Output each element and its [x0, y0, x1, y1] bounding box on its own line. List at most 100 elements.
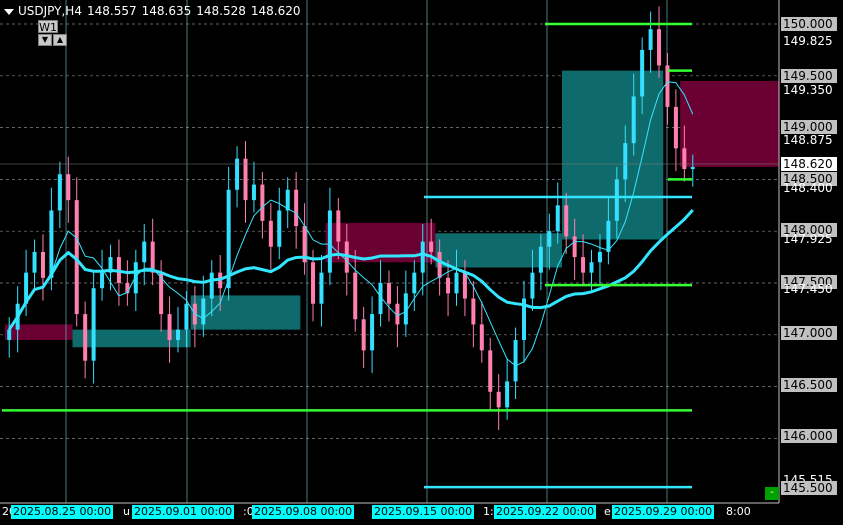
demand-zone — [435, 233, 562, 268]
open-price: 148.557 — [86, 4, 137, 18]
candle-body — [7, 329, 12, 340]
candle-body — [91, 288, 96, 361]
price-label: 149.825 — [783, 34, 833, 48]
candle-body — [57, 174, 62, 211]
candle-body — [657, 29, 662, 66]
candle-body — [606, 220, 611, 252]
candle-body — [184, 303, 189, 330]
price-label: 145.500 — [781, 481, 837, 495]
candle-body — [361, 319, 366, 351]
time-fragment: u — [123, 505, 130, 518]
candle-body — [488, 350, 493, 392]
candle-body — [201, 298, 206, 325]
candle-body — [581, 257, 586, 273]
timeframe-label: W1 — [38, 20, 58, 34]
candle-body — [243, 158, 248, 201]
candle-body — [336, 210, 341, 242]
candle-body — [631, 96, 636, 144]
timeframe-down-button[interactable]: ▼ — [38, 34, 52, 46]
candle-body — [386, 283, 391, 304]
supply-zone — [680, 80, 779, 167]
candle-body — [614, 179, 619, 221]
candle-body — [420, 241, 425, 273]
candle-body — [682, 148, 687, 170]
price-label: 147.000 — [781, 326, 837, 340]
close-price: 148.620 — [250, 4, 301, 18]
chart-minimize-button[interactable]: - — [765, 487, 779, 500]
candle-body — [412, 272, 417, 294]
time-label: 2025.08.25 00:00 — [11, 505, 114, 519]
symbol-header: USDJPY,H4 148.557 148.635 148.528 148.620 — [4, 4, 305, 18]
price-label: 149.000 — [781, 120, 837, 134]
price-chart[interactable] — [0, 0, 843, 525]
time-label: 2025.09.22 00:00 — [494, 505, 597, 519]
low-price: 148.528 — [196, 4, 246, 18]
candle-body — [209, 272, 214, 299]
symbol-label: USDJPY,H4 — [18, 4, 82, 18]
price-label: 148.875 — [783, 133, 833, 147]
candle-body — [66, 174, 71, 201]
candle-body — [640, 49, 645, 97]
candle-body — [454, 272, 459, 294]
candle-body — [40, 251, 45, 278]
candle-body — [32, 251, 37, 273]
demand-zone — [561, 70, 664, 240]
candle-body — [538, 246, 543, 273]
candle-body — [462, 272, 467, 299]
price-label: 146.000 — [781, 429, 837, 443]
candle-body — [226, 189, 231, 289]
candle-body — [429, 241, 434, 252]
demand-zone — [72, 329, 191, 348]
price-label: 147.450 — [783, 282, 833, 296]
candle-body — [251, 184, 256, 201]
candle-body — [530, 272, 535, 299]
candle-body — [690, 166, 695, 170]
candle-body — [673, 106, 678, 149]
candle-body — [294, 189, 299, 227]
candle-body — [623, 143, 628, 180]
triangle-down-icon: ▼ — [41, 35, 49, 44]
candle-body — [49, 210, 54, 278]
time-fragment: 1: — [483, 505, 494, 518]
candle-body — [547, 231, 552, 247]
candle-body — [83, 314, 88, 361]
candle-body — [235, 158, 240, 190]
candle-body — [572, 236, 577, 258]
candle-body — [589, 262, 594, 273]
candle-body — [311, 262, 316, 304]
candle-body — [471, 298, 476, 325]
candle-body — [277, 210, 282, 247]
triangle-up-icon: ▲ — [56, 35, 64, 44]
price-label: 148.400 — [783, 181, 833, 195]
candle-body — [648, 29, 653, 50]
candle-body — [167, 314, 172, 340]
candle-body — [319, 272, 324, 304]
supply-demand-zones — [5, 70, 779, 348]
candle-body — [100, 272, 105, 289]
timeframe-up-button[interactable]: ▲ — [53, 34, 67, 46]
time-label: 2025.09.15 00:00 — [372, 505, 475, 519]
candle-body — [142, 241, 147, 263]
high-price: 148.635 — [141, 4, 192, 18]
candle-body — [437, 251, 442, 278]
candle-body — [446, 277, 451, 294]
candle-body — [370, 314, 375, 351]
candle-body — [176, 329, 180, 340]
candle-body — [353, 272, 358, 320]
candle-body — [555, 205, 560, 232]
time-label: 2025.09.08 00:00 — [252, 505, 355, 519]
price-label: 149.350 — [783, 83, 833, 97]
candle-body — [597, 251, 602, 263]
price-label: 146.500 — [781, 378, 837, 392]
candle-body — [564, 205, 569, 237]
candle-body — [513, 339, 518, 382]
price-label: 147.925 — [783, 232, 833, 246]
supply-zone — [5, 324, 73, 340]
price-label: 149.500 — [781, 69, 837, 83]
time-fragment: 8:00 — [726, 505, 751, 518]
menu-triangle-icon[interactable] — [4, 8, 14, 15]
time-label: 2025.09.29 00:00 — [612, 505, 715, 519]
price-label: 150.000 — [781, 17, 837, 31]
candle-body — [505, 381, 510, 408]
time-label: 2025.09.01 00:00 — [132, 505, 235, 519]
